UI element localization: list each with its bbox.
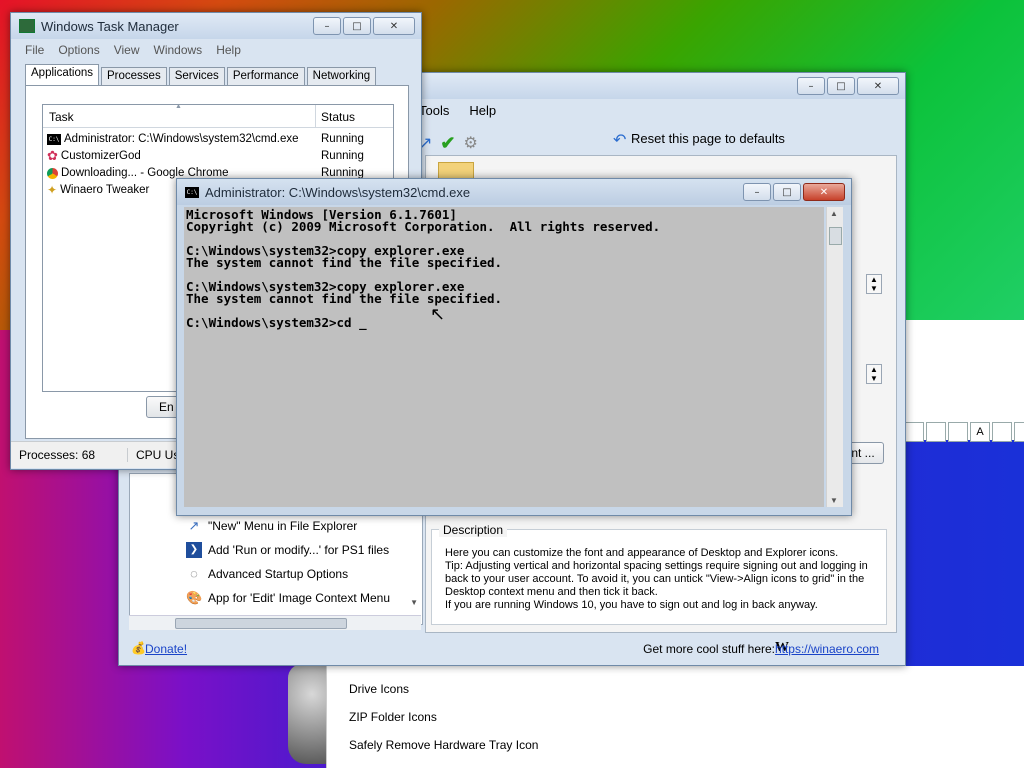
list-item[interactable]: Drive Icons: [349, 682, 409, 696]
column-status[interactable]: Status: [321, 110, 355, 124]
maximize-button[interactable]: □: [773, 183, 801, 201]
table-row[interactable]: ✿ CustomizerGod Running: [47, 148, 387, 164]
task-name: Winaero Tweaker: [60, 184, 150, 196]
console-vscrollbar[interactable]: ▲ ▼: [826, 207, 843, 507]
menu-options[interactable]: Options: [58, 43, 99, 57]
tree-item-label: "New" Menu in File Explorer: [208, 519, 358, 533]
scroll-down-arrow[interactable]: ▼: [830, 496, 838, 505]
description-line: back to your user account. To avoid it, …: [445, 573, 865, 585]
close-button[interactable]: ✕: [857, 77, 899, 95]
tree-item[interactable]: ◌ Advanced Startup Options: [186, 566, 348, 582]
console-text: Microsoft Windows [Version 6.1.7601] Cop…: [184, 207, 824, 331]
menu-help[interactable]: Help: [469, 103, 496, 118]
menu-file[interactable]: File: [25, 43, 44, 57]
tree-item-label: Advanced Startup Options: [208, 567, 349, 581]
gear-icon[interactable]: ⚙: [464, 133, 478, 153]
new-menu-icon: ↗: [188, 518, 200, 533]
checkmark-icon[interactable]: ✔: [440, 133, 455, 154]
spinner-control[interactable]: ▲ ▼: [866, 274, 882, 294]
tree-item[interactable]: 🎨 App for 'Edit' Image Context Menu: [186, 590, 390, 606]
background-white-area: [556, 666, 1024, 768]
menu-help[interactable]: Help: [216, 43, 241, 57]
paint-icon: 🎨: [186, 590, 203, 605]
donate-link[interactable]: Donate!: [145, 642, 187, 656]
console-line: The system cannot find the file specifie…: [186, 291, 503, 306]
tree-hscrollbar[interactable]: [129, 615, 421, 630]
scrollbar-thumb[interactable]: [175, 618, 347, 629]
task-list-header: Task Status ▲: [43, 103, 393, 128]
list-item[interactable]: Safely Remove Hardware Tray Icon: [349, 738, 538, 752]
mouse-cursor-icon: ↖: [430, 304, 446, 324]
task-manager-icon: [19, 19, 35, 33]
winaero-menubar: Tools Help: [419, 103, 496, 118]
scroll-up-arrow[interactable]: ▲: [830, 209, 838, 218]
chrome-icon: [47, 167, 58, 179]
console-line: C:\Windows\system32>cd _: [186, 315, 367, 330]
donate-icon: 💰: [131, 641, 146, 655]
scrollbar-thumb[interactable]: [829, 227, 842, 245]
task-status: Running: [321, 150, 364, 162]
tree-item[interactable]: ❯ Add 'Run or modify...' for PS1 files: [186, 542, 389, 558]
font-btn-5[interactable]: [992, 422, 1012, 442]
cmd-icon: C:\: [185, 186, 199, 198]
console-line: The system cannot find the file specifie…: [186, 255, 503, 270]
description-line: Desktop context menu and then tick it ba…: [445, 586, 658, 598]
menu-view[interactable]: View: [114, 43, 140, 57]
background-list-panel: Drive Icons ZIP Folder Icons Safely Remo…: [326, 666, 558, 768]
sort-arrow-icon: ▲: [175, 103, 182, 110]
tree-item-label: App for 'Edit' Image Context Menu: [208, 591, 391, 605]
description-line: Here you can customize the font and appe…: [445, 547, 839, 559]
winaero-statusbar: 💰 Donate! Get more cool stuff here: W ht…: [123, 639, 899, 659]
spinner-control[interactable]: ▲ ▼: [866, 364, 882, 384]
maximize-button[interactable]: □: [343, 17, 371, 35]
description-line: If you are running Windows 10, you have …: [445, 599, 818, 611]
cmd-window: C:\ Administrator: C:\Windows\system32\c…: [176, 178, 852, 516]
font-btn-a[interactable]: A: [970, 422, 990, 442]
reset-page-button[interactable]: Reset this page to defaults: [631, 131, 785, 146]
table-row[interactable]: C:\ Administrator: C:\Windows\system32\cm…: [47, 131, 387, 147]
font-btn-6[interactable]: [1014, 422, 1024, 442]
task-status: Running: [321, 133, 364, 145]
cmd-icon: C:\: [47, 133, 61, 145]
window-title: Administrator: C:\Windows\system32\cmd.e…: [205, 184, 471, 200]
gear-flower-icon: ✿: [47, 148, 58, 163]
minimize-button[interactable]: –: [313, 17, 341, 35]
robot-figure: [288, 664, 328, 764]
description-title: Description: [439, 523, 508, 537]
task-manager-menubar: File Options View Windows Help: [25, 43, 241, 57]
processes-count: Processes: 68: [19, 448, 96, 462]
description-line: Tip: Adjusting vertical and horizontal s…: [445, 560, 868, 572]
winaero-icon: ✦: [47, 183, 58, 197]
window-title: Windows Task Manager: [41, 18, 179, 34]
scroll-down-arrow[interactable]: ▼: [410, 598, 418, 607]
get-more-label: Get more cool stuff here:: [643, 642, 775, 656]
maximize-button[interactable]: □: [827, 77, 855, 95]
task-name: Administrator: C:\Windows\system32\cmd.e…: [64, 133, 299, 145]
font-style-buttons: A: [904, 422, 1024, 442]
description-text: Here you can customize the font and appe…: [445, 547, 885, 612]
console-output[interactable]: Microsoft Windows [Version 6.1.7601] Cop…: [184, 207, 824, 507]
close-button[interactable]: ✕: [803, 183, 845, 201]
close-button[interactable]: ✕: [373, 17, 415, 35]
font-btn-2[interactable]: [926, 422, 946, 442]
startup-icon: ◌: [190, 566, 198, 581]
menu-windows[interactable]: Windows: [154, 43, 203, 57]
tree-item[interactable]: ↗ "New" Menu in File Explorer: [186, 518, 358, 534]
reset-icon[interactable]: ↶: [613, 130, 626, 150]
font-btn-1[interactable]: [904, 422, 924, 442]
minimize-button[interactable]: –: [743, 183, 771, 201]
winaero-link[interactable]: https://winaero.com: [775, 642, 879, 656]
list-item[interactable]: ZIP Folder Icons: [349, 710, 437, 724]
task-name: CustomizerGod: [60, 150, 141, 162]
column-task[interactable]: Task: [49, 110, 74, 124]
console-line: Copyright (c) 2009 Microsoft Corporation…: [186, 219, 661, 234]
powershell-icon: ❯: [186, 542, 202, 558]
font-btn-3[interactable]: [948, 422, 968, 442]
tree-item-label: Add 'Run or modify...' for PS1 files: [208, 543, 390, 557]
minimize-button[interactable]: –: [797, 77, 825, 95]
menu-tools[interactable]: Tools: [419, 103, 449, 118]
column-separator[interactable]: [315, 105, 316, 127]
